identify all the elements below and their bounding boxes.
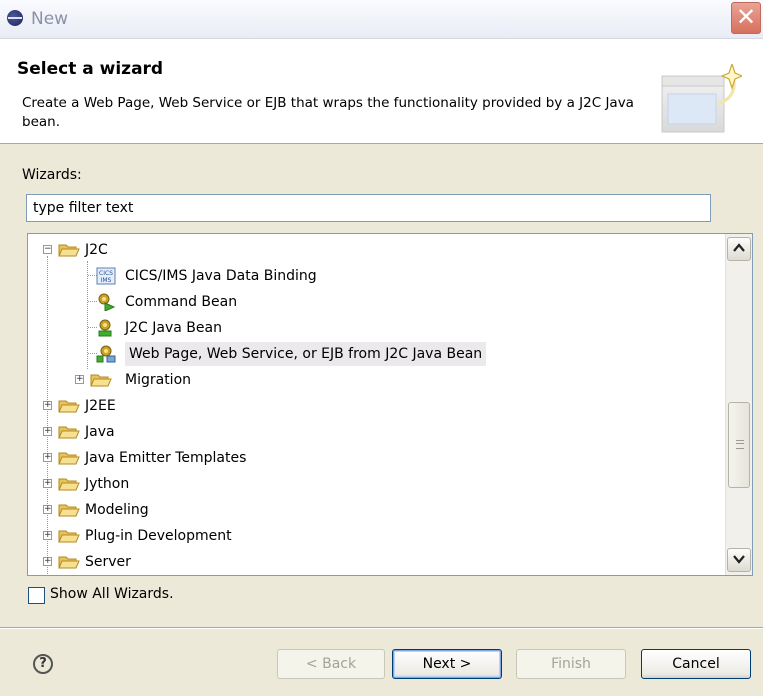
page-title: Select a wizard (17, 59, 164, 79)
back-button[interactable]: < Back (277, 649, 385, 679)
collapse-icon[interactable]: − (43, 245, 52, 254)
wizards-label: Wizards: (22, 167, 82, 183)
scroll-down-button[interactable] (727, 548, 751, 572)
eclipse-icon (7, 10, 23, 26)
web-bean-icon (96, 345, 116, 363)
cics-ims-icon: CICS IMS (96, 267, 116, 285)
svg-text:CICS: CICS (99, 270, 113, 277)
chevron-up-icon (733, 243, 745, 252)
scroll-thumb[interactable] (728, 402, 750, 488)
cancel-button[interactable]: Cancel (641, 649, 751, 679)
grip-icon (736, 440, 744, 449)
wizard-header: Select a wizard Create a Web Page, Web S… (0, 39, 763, 144)
folder-icon (58, 530, 80, 543)
expand-icon[interactable]: + (43, 505, 52, 514)
close-button[interactable]: ✕ (731, 2, 761, 34)
expand-icon[interactable]: + (43, 453, 52, 462)
window-title: New (31, 9, 69, 29)
expand-icon[interactable]: + (43, 401, 52, 410)
chevron-down-icon (733, 555, 745, 564)
expand-icon[interactable]: + (75, 375, 84, 384)
folder-icon (58, 400, 80, 413)
show-all-wizards-label: Show All Wizards. (50, 586, 174, 602)
folder-icon (58, 504, 80, 517)
folder-open-icon (58, 244, 80, 257)
java-bean-icon (98, 319, 112, 337)
help-icon[interactable]: ? (33, 654, 53, 674)
finish-button[interactable]: Finish (516, 649, 626, 679)
svg-text:IMS: IMS (101, 277, 112, 284)
tree-scrollbar[interactable] (725, 234, 752, 575)
expand-icon[interactable]: + (43, 479, 52, 488)
title-bar: New ✕ (0, 0, 763, 39)
footer-separator (0, 627, 763, 629)
expand-icon[interactable]: + (43, 557, 52, 566)
next-button[interactable]: Next > (392, 649, 502, 679)
scroll-up-button[interactable] (727, 237, 751, 261)
filter-input[interactable] (26, 194, 711, 222)
folder-icon (58, 426, 80, 439)
folder-icon (90, 374, 112, 387)
folder-icon (58, 478, 80, 491)
command-bean-icon (98, 293, 116, 311)
new-wizard-banner-icon (661, 64, 742, 133)
show-all-wizards-checkbox[interactable] (28, 587, 45, 604)
expand-icon[interactable]: + (43, 531, 52, 540)
folder-icon (58, 556, 80, 569)
tree-guide-line (47, 256, 48, 575)
expand-icon[interactable]: + (43, 427, 52, 436)
folder-icon (58, 452, 80, 465)
page-description: Create a Web Page, Web Service or EJB th… (22, 95, 634, 130)
wizard-tree[interactable]: − J2C CICS IMS CICS/IMS Java Data Bindin… (27, 233, 753, 576)
